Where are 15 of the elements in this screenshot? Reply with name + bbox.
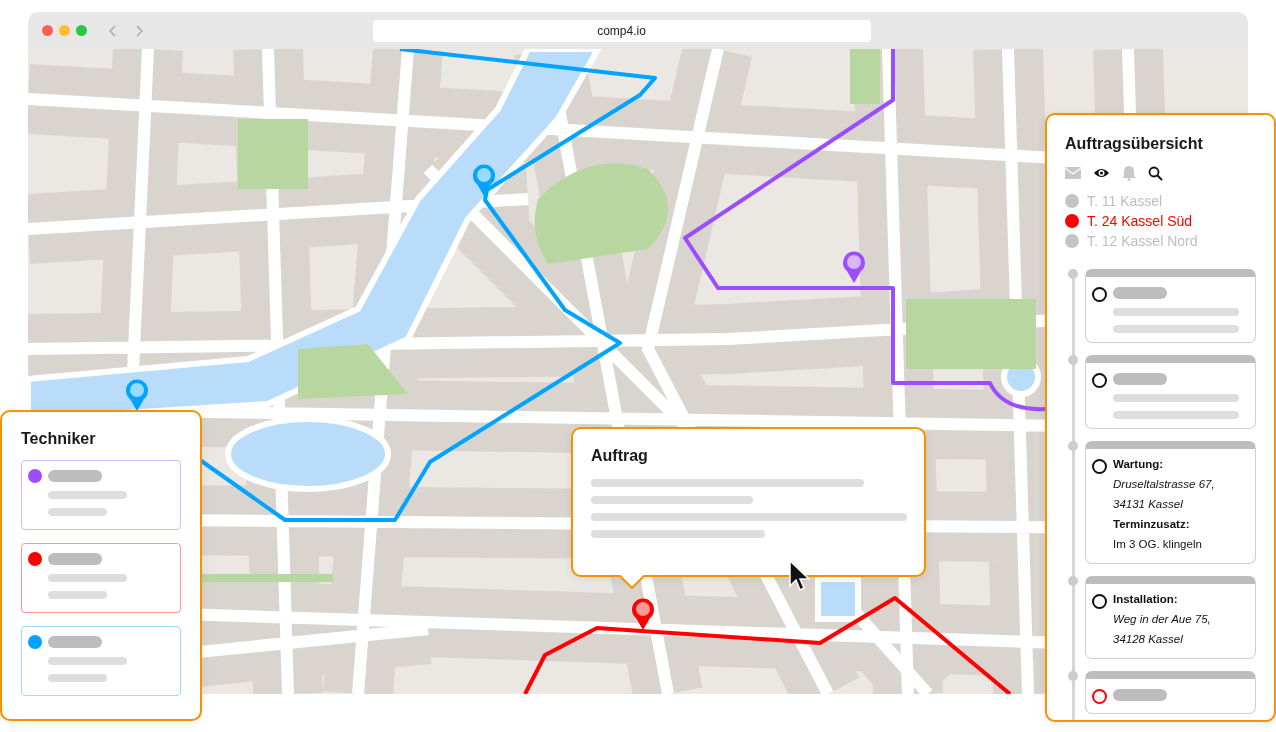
panel-title: Auftragsübersicht xyxy=(1065,135,1204,153)
address-line: 34128 Kassel xyxy=(1113,632,1184,647)
address-line: 34131 Kassel xyxy=(1113,497,1184,512)
order-type: Installation: xyxy=(1113,592,1179,607)
order-card[interactable]: Wartung: Druseltalstrasse 67, 34131 Kassel Terminzusatz: Im 3 OG. klingeln xyxy=(1085,441,1256,564)
address-line: Weg in der Aue 75, xyxy=(1113,612,1211,627)
popup-title: Auftrag xyxy=(591,447,649,465)
note-text: Im 3 OG. klingeln xyxy=(1113,537,1203,552)
order-type: Wartung: xyxy=(1113,457,1165,472)
team-item[interactable]: T. 24 Kassel Süd xyxy=(1065,211,1256,231)
address-field[interactable]: comp4.io xyxy=(372,19,871,42)
note-label: Terminzusatz: xyxy=(1113,517,1191,532)
order-card[interactable]: Installation: Weg in der Aue 75, 34128 Kassel xyxy=(1085,576,1256,659)
panel-title: Techniker xyxy=(21,430,97,448)
address-line: Druseltalstrasse 67, xyxy=(1113,477,1215,492)
